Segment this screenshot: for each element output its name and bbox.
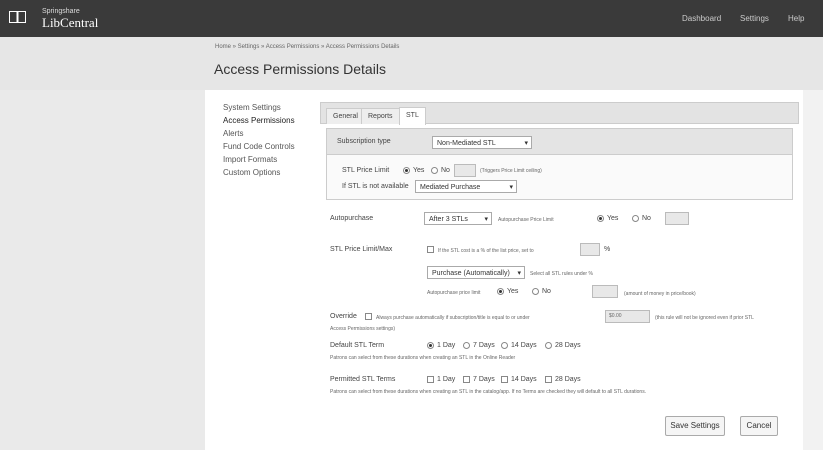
sidenav-system-settings[interactable]: System Settings	[223, 101, 313, 114]
tab-stl[interactable]: STL	[399, 107, 426, 125]
sidenav-import-formats[interactable]: Import Formats	[223, 153, 313, 166]
page-title: Access Permissions Details	[214, 61, 386, 77]
stl-limit-action-note: Select all STL rules under %	[530, 271, 593, 277]
stl-limit-price-yes-label: Yes	[507, 288, 519, 295]
left-margin	[0, 90, 205, 450]
override-second-line: Access Permissions settings)	[330, 326, 396, 332]
stl-limit-action-select[interactable]: Purchase (Automatically) ▾	[427, 266, 525, 279]
permitted-stl-terms-label: Permitted STL Terms	[330, 376, 396, 383]
autopurchase-select[interactable]: After 3 STLs ▾	[424, 212, 492, 225]
page-header	[0, 37, 823, 91]
stl-not-available-label: If STL is not available	[342, 183, 409, 190]
chevron-down-icon: ▾	[524, 140, 528, 147]
tab-reports[interactable]: Reports	[361, 108, 400, 124]
stl-price-limit-input[interactable]	[454, 164, 476, 177]
permitted-stl-14days-label: 14 Days	[511, 376, 537, 383]
top-bar: Springshare LibCentral Dashboard Setting…	[0, 0, 823, 37]
subscription-type-value: Non-Mediated STL	[437, 140, 496, 147]
override-note: (this rule will not be ignored even if p…	[655, 315, 754, 321]
permitted-stl-28days-label: 28 Days	[555, 376, 581, 383]
book-logo-icon	[9, 11, 26, 23]
default-stl-term-label: Default STL Term	[330, 342, 385, 349]
permitted-stl-14days-checkbox[interactable]	[501, 376, 508, 383]
default-stl-7days-label: 7 Days	[473, 342, 495, 349]
sidenav-alerts[interactable]: Alerts	[223, 127, 313, 140]
override-label: Override	[330, 313, 357, 320]
chevron-down-icon: ▾	[484, 216, 488, 223]
autopurchase-no-label: No	[642, 215, 651, 222]
save-settings-button[interactable]: Save Settings	[665, 416, 725, 436]
right-margin	[803, 90, 823, 450]
permitted-stl-1day-label: 1 Day	[437, 376, 456, 383]
autopurchase-yes-radio[interactable]	[597, 215, 604, 222]
chevron-down-icon: ▾	[517, 270, 521, 277]
default-stl-28days-radio[interactable]	[545, 342, 552, 349]
stl-limit-percent-sign: %	[604, 246, 611, 253]
stl-limit-price-no-radio[interactable]	[532, 288, 539, 295]
stl-price-limit-no-label: No	[441, 167, 450, 174]
autopurchase-price-input[interactable]	[665, 212, 689, 225]
permitted-stl-28days-checkbox[interactable]	[545, 376, 552, 383]
cancel-button[interactable]: Cancel	[740, 416, 778, 436]
subscription-type-select[interactable]: Non-Mediated STL ▾	[432, 136, 532, 149]
brand-name: LibCentral	[42, 15, 99, 30]
stl-limit-price-label: Autopurchase price limit	[427, 290, 481, 296]
default-stl-7days-radio[interactable]	[463, 342, 470, 349]
autopurchase-value: After 3 STLs	[429, 216, 468, 223]
stl-limit-price-no-label: No	[542, 288, 551, 295]
default-stl-14days-radio[interactable]	[501, 342, 508, 349]
sidenav-fund-code-controls[interactable]: Fund Code Controls	[223, 140, 313, 153]
stl-limit-percent-input[interactable]	[580, 243, 600, 256]
autopurchase-no-radio[interactable]	[632, 215, 639, 222]
subscription-type-label: Subscription type	[337, 138, 391, 145]
topnav-dashboard[interactable]: Dashboard	[682, 14, 721, 23]
permitted-stl-terms-note: Patrons can select from these durations …	[330, 389, 647, 395]
autopurchase-label: Autopurchase	[330, 215, 374, 222]
brand-tagline: Springshare	[42, 8, 80, 15]
stl-price-limit-yes-radio[interactable]	[403, 167, 410, 174]
sidenav-access-permissions[interactable]: Access Permissions	[223, 114, 313, 127]
stl-limit-price-yes-radio[interactable]	[497, 288, 504, 295]
stl-limit-price-note: (amount of money in price/book)	[624, 291, 696, 297]
default-stl-1day-radio[interactable]	[427, 342, 434, 349]
stl-not-available-value: Mediated Purchase	[420, 184, 481, 191]
stl-limit-action-value: Purchase (Automatically)	[432, 270, 510, 277]
chevron-down-icon: ▾	[509, 184, 513, 191]
stl-price-limit-label: STL Price Limit	[342, 167, 390, 174]
sidenav-custom-options[interactable]: Custom Options	[223, 166, 313, 179]
override-amount-input[interactable]: $0.00	[605, 310, 650, 323]
topnav-help[interactable]: Help	[788, 14, 804, 23]
default-stl-14days-label: 14 Days	[511, 342, 537, 349]
stl-limit-price-input[interactable]	[592, 285, 618, 298]
stl-limit-checkbox-label: If the STL cost is a % of the list price…	[438, 248, 534, 254]
stl-price-limit-no-radio[interactable]	[431, 167, 438, 174]
tab-general[interactable]: General	[326, 108, 365, 124]
override-text: Always purchase automatically if subscri…	[376, 315, 530, 321]
autopurchase-price-limit-label: Autopurchase Price Limit	[498, 217, 554, 223]
topnav-settings[interactable]: Settings	[740, 14, 769, 23]
default-stl-1day-label: 1 Day	[437, 342, 456, 349]
stl-not-available-select[interactable]: Mediated Purchase ▾	[415, 180, 517, 193]
permitted-stl-1day-checkbox[interactable]	[427, 376, 434, 383]
default-stl-term-note: Patrons can select from these durations …	[330, 355, 516, 361]
autopurchase-yes-label: Yes	[607, 215, 619, 222]
stl-price-limit-yes-label: Yes	[413, 167, 425, 174]
stl-limit-checkbox[interactable]	[427, 246, 434, 253]
override-checkbox[interactable]	[365, 313, 372, 320]
default-stl-28days-label: 28 Days	[555, 342, 581, 349]
breadcrumb[interactable]: Home » Settings » Access Permissions » A…	[215, 44, 399, 50]
stl-section-header	[327, 129, 792, 155]
stl-price-limit-note: (Triggers Price Limit ceiling)	[480, 168, 542, 174]
settings-sidenav: System Settings Access Permissions Alert…	[223, 101, 313, 179]
permitted-stl-7days-label: 7 Days	[473, 376, 495, 383]
tabs-bar: General Reports STL	[320, 102, 799, 125]
permitted-stl-7days-checkbox[interactable]	[463, 376, 470, 383]
stl-limit-label: STL Price Limit/Max	[330, 246, 393, 253]
